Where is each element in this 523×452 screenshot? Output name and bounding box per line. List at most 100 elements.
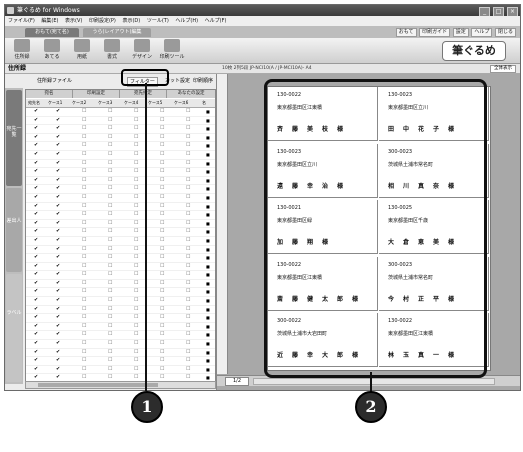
table-row[interactable]: ✔ ✔ ☐ ☐ ☐ ☐ ☐ ■ bbox=[26, 194, 215, 203]
row-checkbox[interactable]: ☐ bbox=[108, 185, 112, 192]
row-checkbox[interactable]: ☐ bbox=[134, 349, 138, 356]
side-tab-sender[interactable]: 差出人 bbox=[6, 188, 22, 272]
row-checkbox[interactable]: ☐ bbox=[108, 125, 112, 132]
row-checkbox-checked[interactable]: ✔ bbox=[34, 297, 38, 304]
row-checkbox-checked[interactable]: ✔ bbox=[34, 331, 38, 338]
row-checkbox[interactable]: ☐ bbox=[82, 211, 86, 218]
grid-column-header[interactable]: ケース4 bbox=[124, 99, 138, 107]
row-checkbox-checked[interactable]: ✔ bbox=[34, 142, 38, 149]
row-checkbox-checked[interactable]: ✔ bbox=[56, 323, 60, 330]
row-checkbox[interactable]: ☐ bbox=[160, 168, 164, 175]
row-checkbox[interactable]: ☐ bbox=[108, 314, 112, 321]
row-checkbox-checked[interactable]: ✔ bbox=[56, 151, 60, 158]
row-checkbox[interactable]: ☐ bbox=[108, 228, 112, 235]
exit-button[interactable]: 閉じる bbox=[494, 28, 516, 37]
row-checkbox[interactable]: ☐ bbox=[160, 194, 164, 201]
row-checkbox[interactable]: ☐ bbox=[186, 323, 190, 330]
row-checkbox[interactable]: ☐ bbox=[108, 254, 112, 261]
row-checkbox-checked[interactable]: ✔ bbox=[34, 263, 38, 270]
row-checkbox-checked[interactable]: ✔ bbox=[34, 246, 38, 253]
row-checkbox[interactable]: ☐ bbox=[82, 357, 86, 364]
row-checkbox-checked[interactable]: ✔ bbox=[34, 366, 38, 373]
table-row[interactable]: ✔ ✔ ☐ ☐ ☐ ☐ ☐ ■ bbox=[26, 237, 215, 246]
row-checkbox[interactable]: ☐ bbox=[134, 151, 138, 158]
row-checkbox-checked[interactable]: ✔ bbox=[34, 280, 38, 287]
menu-help-2[interactable]: ヘルプ(F) bbox=[205, 18, 227, 24]
row-checkbox-checked[interactable]: ✔ bbox=[34, 254, 38, 261]
grid-tab-recipient[interactable]: 宛先指定 bbox=[120, 90, 167, 98]
toolbar-write[interactable]: あてる bbox=[39, 39, 65, 62]
grid-column-header[interactable]: ケース5 bbox=[148, 99, 162, 107]
row-checkbox[interactable]: ☐ bbox=[108, 108, 112, 115]
row-checkbox[interactable]: ☐ bbox=[186, 203, 190, 210]
menu-view[interactable]: 表示(V) bbox=[65, 18, 82, 24]
row-checkbox[interactable]: ☐ bbox=[160, 349, 164, 356]
row-checkbox[interactable]: ☐ bbox=[108, 288, 112, 295]
row-checkbox-checked[interactable]: ✔ bbox=[34, 108, 38, 115]
row-checkbox[interactable]: ☐ bbox=[186, 168, 190, 175]
row-checkbox[interactable]: ☐ bbox=[108, 134, 112, 141]
print-guide-button[interactable]: 印刷ガイド bbox=[419, 28, 451, 37]
row-checkbox-checked[interactable]: ✔ bbox=[56, 297, 60, 304]
row-checkbox[interactable]: ☐ bbox=[134, 288, 138, 295]
row-checkbox[interactable]: ☐ bbox=[108, 340, 112, 347]
row-checkbox[interactable]: ☐ bbox=[160, 108, 164, 115]
row-checkbox[interactable]: ☐ bbox=[134, 237, 138, 244]
toolbar-design[interactable]: デザイン bbox=[129, 39, 155, 62]
row-checkbox[interactable]: ☐ bbox=[134, 263, 138, 270]
menu-print-settings[interactable]: 印刷設定(P) bbox=[89, 18, 116, 24]
row-checkbox[interactable]: ☐ bbox=[108, 237, 112, 244]
row-checkbox[interactable]: ☐ bbox=[134, 357, 138, 364]
table-row[interactable]: ✔ ✔ ☐ ☐ ☐ ☐ ☐ ■ bbox=[26, 117, 215, 126]
row-checkbox[interactable]: ☐ bbox=[82, 117, 86, 124]
grid-column-header[interactable]: 名 bbox=[202, 99, 206, 107]
row-checkbox[interactable]: ☐ bbox=[82, 142, 86, 149]
row-checkbox-checked[interactable]: ✔ bbox=[34, 220, 38, 227]
row-checkbox[interactable]: ☐ bbox=[108, 211, 112, 218]
table-row[interactable]: ✔ ✔ ☐ ☐ ☐ ☐ ☐ ■ bbox=[26, 263, 215, 272]
row-checkbox-checked[interactable]: ✔ bbox=[56, 357, 60, 364]
row-checkbox[interactable]: ☐ bbox=[82, 177, 86, 184]
row-checkbox[interactable]: ☐ bbox=[108, 297, 112, 304]
row-checkbox[interactable]: ☐ bbox=[82, 306, 86, 313]
row-checkbox[interactable]: ☐ bbox=[108, 142, 112, 149]
row-checkbox[interactable]: ☐ bbox=[134, 108, 138, 115]
row-checkbox[interactable]: ☐ bbox=[186, 297, 190, 304]
row-checkbox-checked[interactable]: ✔ bbox=[34, 271, 38, 278]
table-row[interactable]: ✔ ✔ ☐ ☐ ☐ ☐ ☐ ■ bbox=[26, 151, 215, 160]
row-checkbox-checked[interactable]: ✔ bbox=[56, 280, 60, 287]
row-checkbox[interactable]: ☐ bbox=[160, 151, 164, 158]
row-checkbox[interactable]: ☐ bbox=[186, 177, 190, 184]
row-checkbox-checked[interactable]: ✔ bbox=[56, 288, 60, 295]
row-checkbox-checked[interactable]: ✔ bbox=[56, 254, 60, 261]
row-checkbox-checked[interactable]: ✔ bbox=[56, 125, 60, 132]
menu-tools[interactable]: ツール(T) bbox=[147, 18, 169, 24]
toolbar-format[interactable]: 書式 bbox=[99, 39, 125, 62]
row-checkbox[interactable]: ☐ bbox=[160, 340, 164, 347]
row-checkbox-checked[interactable]: ✔ bbox=[34, 237, 38, 244]
table-row[interactable]: ✔ ✔ ☐ ☐ ☐ ☐ ☐ ■ bbox=[26, 108, 215, 117]
row-checkbox-checked[interactable]: ✔ bbox=[56, 220, 60, 227]
row-checkbox[interactable]: ☐ bbox=[160, 160, 164, 167]
row-checkbox[interactable]: ☐ bbox=[134, 297, 138, 304]
row-checkbox[interactable]: ☐ bbox=[108, 306, 112, 313]
row-checkbox[interactable]: ☐ bbox=[134, 366, 138, 373]
row-checkbox[interactable]: ☐ bbox=[82, 246, 86, 253]
row-checkbox-checked[interactable]: ✔ bbox=[56, 314, 60, 321]
row-checkbox[interactable]: ☐ bbox=[186, 125, 190, 132]
table-row[interactable]: ✔ ✔ ☐ ☐ ☐ ☐ ☐ ■ bbox=[26, 134, 215, 143]
row-checkbox[interactable]: ☐ bbox=[186, 237, 190, 244]
row-checkbox-checked[interactable]: ✔ bbox=[56, 349, 60, 356]
row-checkbox[interactable]: ☐ bbox=[160, 263, 164, 270]
row-checkbox[interactable]: ☐ bbox=[160, 177, 164, 184]
row-checkbox[interactable]: ☐ bbox=[186, 366, 190, 373]
row-checkbox[interactable]: ☐ bbox=[160, 288, 164, 295]
table-row[interactable]: ✔ ✔ ☐ ☐ ☐ ☐ ☐ ■ bbox=[26, 142, 215, 151]
row-checkbox[interactable]: ☐ bbox=[134, 314, 138, 321]
row-checkbox-checked[interactable]: ✔ bbox=[34, 211, 38, 218]
row-checkbox-checked[interactable]: ✔ bbox=[56, 185, 60, 192]
row-checkbox[interactable]: ☐ bbox=[160, 280, 164, 287]
row-checkbox[interactable]: ☐ bbox=[134, 211, 138, 218]
row-checkbox[interactable]: ☐ bbox=[134, 142, 138, 149]
row-checkbox[interactable]: ☐ bbox=[186, 288, 190, 295]
